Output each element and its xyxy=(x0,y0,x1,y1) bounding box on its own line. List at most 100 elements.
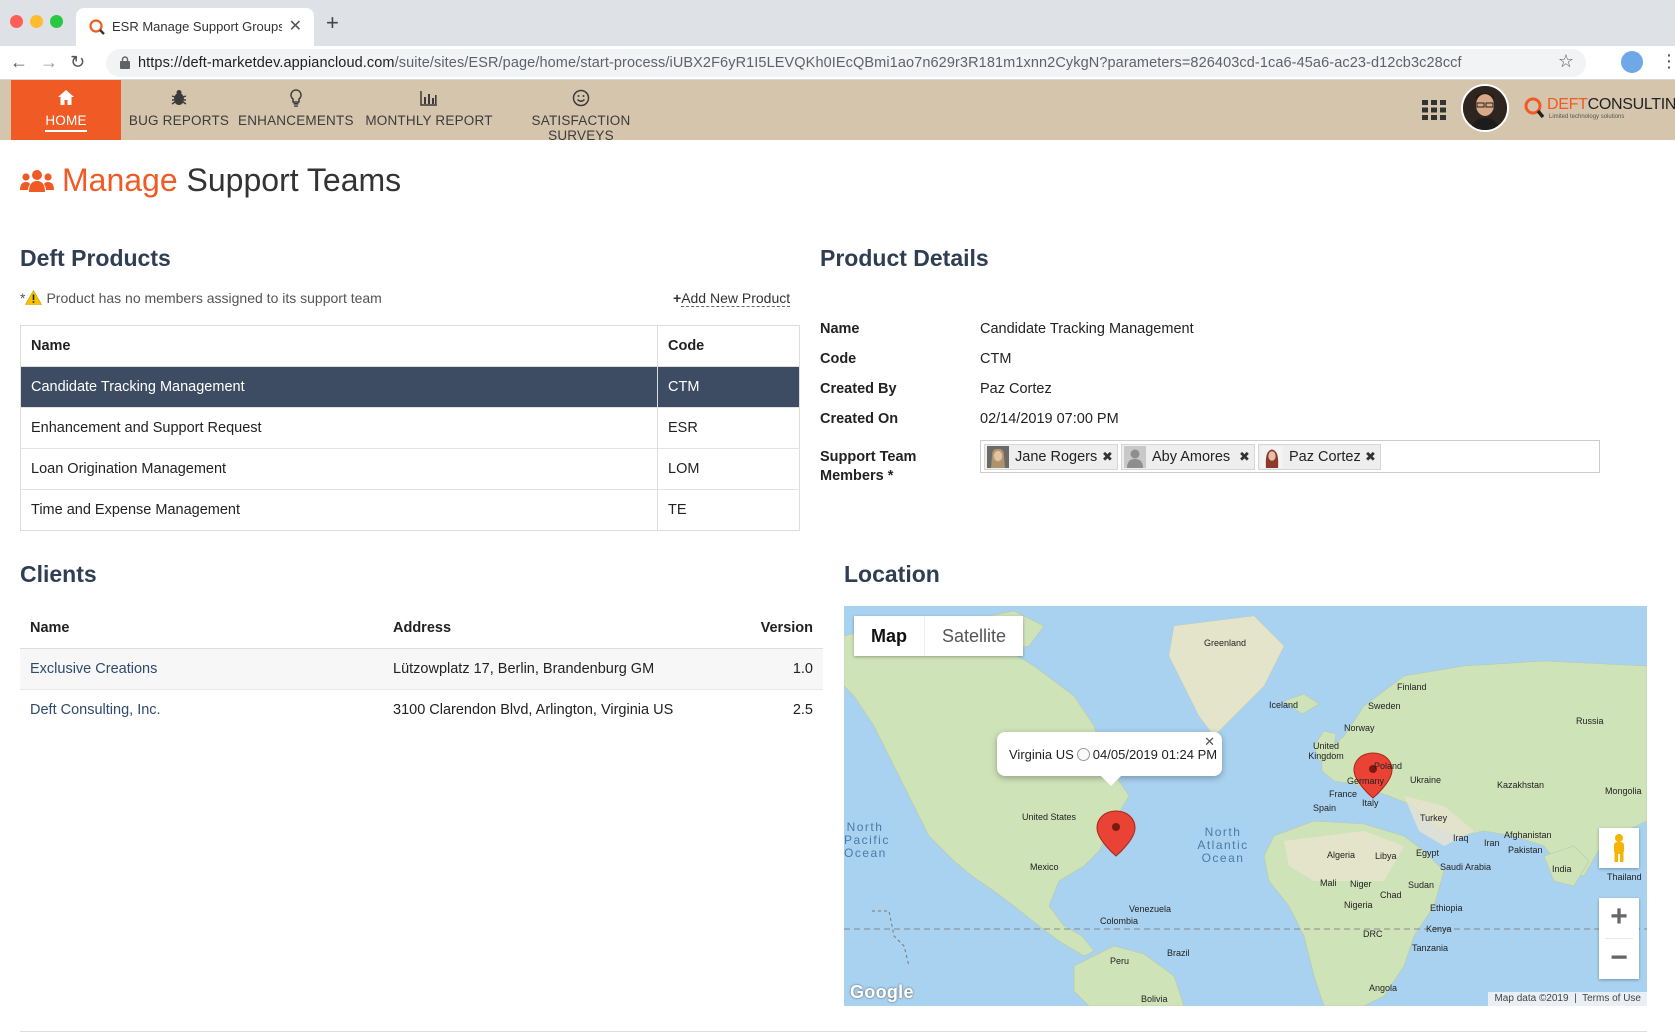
product-code-cell[interactable]: ESR xyxy=(657,407,800,449)
table-row[interactable]: Enhancement and Support Request ESR xyxy=(20,407,800,449)
ocean-label: North Atlantic Ocean xyxy=(1197,825,1249,865)
address-bar[interactable]: https://deft-marketdev.appiancloud.com/s… xyxy=(106,49,1586,77)
map-label: Kazakhstan xyxy=(1497,780,1545,790)
location-map[interactable]: Greenland Iceland Finland Sweden Norway … xyxy=(844,606,1647,1006)
nav-bug-reports[interactable]: BUG REPORTS xyxy=(124,80,234,140)
plus-icon: + xyxy=(673,290,682,306)
info-window-close-icon[interactable]: ✕ xyxy=(1204,734,1215,750)
product-code-cell[interactable]: TE xyxy=(657,489,800,531)
map-label: Mexico xyxy=(1030,862,1059,872)
product-name-cell[interactable]: Time and Expense Management xyxy=(20,489,658,531)
products-table: Name Code Candidate Tracking Management … xyxy=(20,325,800,531)
map-label: Russia xyxy=(1576,716,1604,726)
product-code-cell[interactable]: CTM xyxy=(657,366,800,408)
smiley-icon xyxy=(572,89,590,107)
nav-enhancements[interactable]: ENHANCEMENTS xyxy=(238,80,353,140)
client-link[interactable]: Exclusive Creations xyxy=(30,661,157,677)
back-icon[interactable]: ← xyxy=(10,50,28,74)
map-label: Mali xyxy=(1320,878,1337,888)
map-label: United States xyxy=(1022,812,1077,822)
client-link[interactable]: Deft Consulting, Inc. xyxy=(30,702,161,718)
map-label: Ukraine xyxy=(1410,775,1442,785)
table-row[interactable]: Time and Expense Management TE xyxy=(20,489,800,531)
map-label: Tanzania xyxy=(1412,943,1449,953)
profile-icon[interactable] xyxy=(1621,51,1643,73)
column-header-version[interactable]: Version xyxy=(745,608,823,649)
member-name: Paz Cortez xyxy=(1289,449,1361,465)
lock-icon xyxy=(120,56,130,69)
detail-label: Code xyxy=(820,351,857,367)
table-row[interactable]: Loan Origination Management LOM xyxy=(20,448,800,490)
map-label: Chad xyxy=(1380,890,1402,900)
remove-member-icon[interactable]: ✖ xyxy=(1239,449,1250,465)
deft-consulting-logo: DEFTCONSULTING Limited technology soluti… xyxy=(1523,94,1675,124)
zoom-in-button[interactable]: + xyxy=(1599,898,1639,938)
new-tab-icon[interactable]: + xyxy=(326,12,339,34)
detail-value: CTM xyxy=(980,351,1012,367)
detail-label: Name xyxy=(820,321,860,337)
tab-title: ESR Manage Support Groups - xyxy=(112,19,282,34)
tab-close-icon[interactable]: ✕ xyxy=(289,16,302,36)
home-icon xyxy=(58,90,74,105)
map-type-satellite-button[interactable]: Satellite xyxy=(924,616,1023,656)
lightbulb-icon xyxy=(289,89,302,107)
pegman-icon xyxy=(1614,834,1624,862)
no-members-note: * Product has no members assigned to its … xyxy=(20,290,382,306)
product-name-cell[interactable]: Loan Origination Management xyxy=(20,448,658,490)
column-header-code[interactable]: Code xyxy=(657,325,800,367)
detail-label: Created By xyxy=(820,381,897,397)
map-label: Peru xyxy=(1110,956,1130,966)
maximize-window-button[interactable] xyxy=(50,15,63,28)
table-header-row: Name Code xyxy=(20,325,800,367)
nav-monthly-report[interactable]: MONTHLY REPORT xyxy=(364,80,494,140)
user-avatar[interactable] xyxy=(1461,84,1509,132)
column-header-name[interactable]: Name xyxy=(20,325,658,367)
add-new-product-link[interactable]: +Add New Product xyxy=(673,290,791,307)
remove-member-icon[interactable]: ✖ xyxy=(1365,449,1376,465)
app-grid-icon[interactable] xyxy=(1422,100,1446,120)
table-row[interactable]: Candidate Tracking Management CTM xyxy=(20,366,800,408)
minimize-window-button[interactable] xyxy=(30,15,43,28)
detail-value: Paz Cortez xyxy=(980,381,1052,397)
product-name-cell[interactable]: Candidate Tracking Management xyxy=(20,366,658,408)
add-link-label: Add New Product xyxy=(681,290,791,307)
nav-home[interactable]: HOME xyxy=(11,80,121,140)
column-header-name[interactable]: Name xyxy=(20,608,383,649)
product-code-cell[interactable]: LOM xyxy=(657,448,800,490)
terms-of-use-link[interactable]: Terms of Use xyxy=(1582,993,1641,1004)
details-heading: Product Details xyxy=(820,245,989,271)
forward-icon[interactable]: → xyxy=(40,50,58,74)
browser-menu-icon[interactable]: ⋮ xyxy=(1660,51,1675,72)
support-team-members-label: Support Team Members * xyxy=(820,449,917,484)
map-type-map-button[interactable]: Map xyxy=(854,616,924,656)
map-label: Brazil xyxy=(1167,948,1190,958)
map-label: Kenya xyxy=(1426,924,1452,934)
url-path: /suite/sites/ESR/page/home/start-process… xyxy=(394,55,1462,71)
logo-text: DEFTCONSULTING xyxy=(1547,96,1675,113)
client-name-cell: Deft Consulting, Inc. xyxy=(20,689,383,730)
remove-member-icon[interactable]: ✖ xyxy=(1102,449,1113,465)
reload-icon[interactable]: ↻ xyxy=(70,50,85,74)
street-view-pegman[interactable] xyxy=(1599,828,1639,868)
map-label: Mongolia xyxy=(1605,786,1642,796)
column-header-address[interactable]: Address xyxy=(383,608,746,649)
browser-tab[interactable]: ESR Manage Support Groups - ✕ xyxy=(76,8,314,46)
product-name-cell[interactable]: Enhancement and Support Request xyxy=(20,407,658,449)
close-window-button[interactable] xyxy=(10,15,23,28)
map-label: Libya xyxy=(1375,851,1397,861)
support-team-picker[interactable]: Jane Rogers ✖ Aby Amores ✖ Paz Cortez ✖ xyxy=(980,440,1600,473)
nav-label: MONTHLY REPORT xyxy=(365,113,493,128)
map-info-window: Virginia US 04/05/2019 01:24 PM ✕ xyxy=(997,732,1222,786)
page-title: Manage Support Teams xyxy=(62,162,402,198)
nav-satisfaction-surveys[interactable]: SATISFACTION SURVEYS xyxy=(505,80,657,143)
client-address-cell: 3100 Clarendon Blvd, Arlington, Virginia… xyxy=(393,701,674,718)
member-chip: Jane Rogers ✖ xyxy=(984,444,1118,470)
map-label: Sweden xyxy=(1368,701,1401,711)
bookmark-star-icon[interactable]: ☆ xyxy=(1558,51,1574,72)
map-type-control: Map Satellite xyxy=(854,616,1024,656)
nav-label: BUG REPORTS xyxy=(128,113,230,128)
url-host: https://deft-marketdev.appiancloud.com xyxy=(138,55,395,71)
zoom-out-button[interactable]: − xyxy=(1599,939,1639,979)
clients-table: Name Address Version Exclusive Creations… xyxy=(20,608,823,730)
map-label: Iraq xyxy=(1453,833,1469,843)
